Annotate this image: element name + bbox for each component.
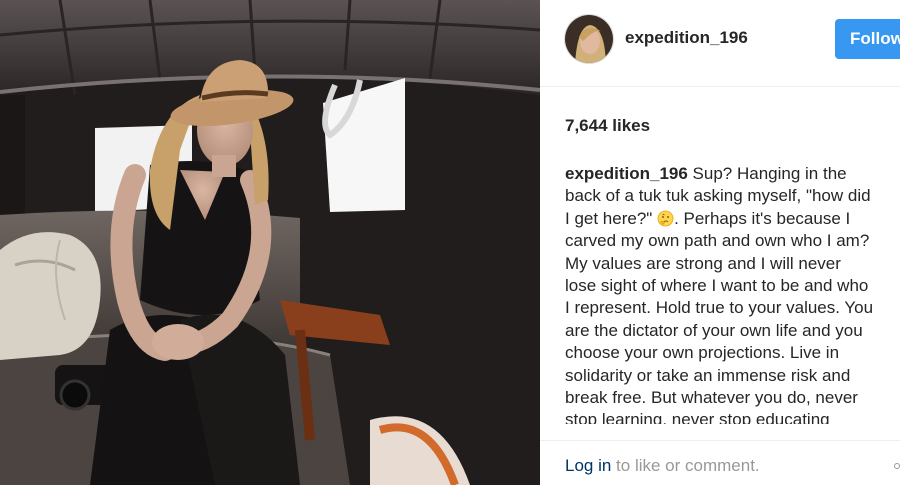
caption-line: stop learning, never stop educating <box>565 410 830 424</box>
caption-line: expedition_196 Sup? Hanging in the <box>565 163 900 185</box>
caption-line: back of a tuk tuk asking myself, "how di… <box>565 186 871 206</box>
caption-text: I get here?" <box>565 208 653 228</box>
caption-line: I represent. Hold true to your values. Y… <box>565 298 874 318</box>
likes-count[interactable]: 7,644 likes <box>565 116 650 136</box>
caption-line: I get here?" . Perhaps it's because I <box>565 208 900 230</box>
caption-line: solidarity or take an immense risk and <box>565 365 851 385</box>
post-side-panel: expedition_196 Follow 7,644 likes expedi… <box>540 0 900 485</box>
username-link[interactable]: expedition_196 <box>625 28 748 48</box>
caption-line: My values are strong and I will never <box>565 253 841 273</box>
caption: expedition_196 Sup? Hanging in the back … <box>565 163 900 424</box>
caption-line: choose your own projections. Live in <box>565 343 840 363</box>
caption-text: Sup? Hanging in the <box>687 164 847 183</box>
avatar[interactable] <box>564 14 614 64</box>
post-header: expedition_196 Follow <box>540 0 900 87</box>
caption-line: lose sight of where I want to be and who <box>565 276 869 296</box>
caption-text: . Perhaps it's because I <box>674 208 851 228</box>
caption-line: are the dictator of your own life and yo… <box>565 320 863 340</box>
more-options-icon[interactable] <box>894 463 900 469</box>
avatar-image <box>565 15 613 63</box>
caption-line: carved my own path and own who I am? <box>565 231 870 251</box>
thinking-face-icon <box>657 210 674 227</box>
photo-woman-in-tuk-tuk <box>0 0 540 485</box>
login-prompt-text: to like or comment. <box>611 456 760 475</box>
caption-username[interactable]: expedition_196 <box>565 164 688 183</box>
follow-button[interactable]: Follow <box>835 19 900 59</box>
instagram-post-page: expedition_196 Follow 7,644 likes expedi… <box>0 0 900 485</box>
caption-line: break free. But whatever you do, never <box>565 388 858 408</box>
login-prompt: Log in to like or comment. <box>565 456 760 476</box>
post-photo[interactable] <box>0 0 540 485</box>
footer-divider <box>540 440 900 441</box>
login-link[interactable]: Log in <box>565 456 611 475</box>
